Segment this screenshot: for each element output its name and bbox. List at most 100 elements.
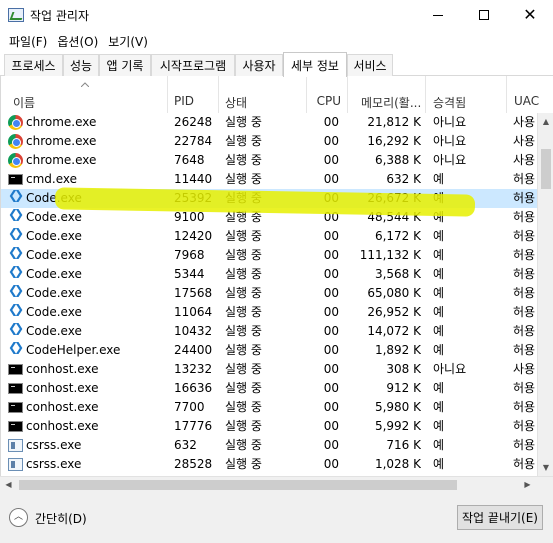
vscode-icon [8,340,23,358]
vscode-icon [8,302,23,320]
process-memory: 5,992 K [374,419,421,433]
process-pid: 16636 [174,381,213,395]
chevron-up-icon[interactable]: ︿ [9,508,28,527]
tab-app-history[interactable]: 앱 기록 [99,54,151,76]
chrome-icon [8,134,23,149]
scroll-left-icon[interactable]: ◀ [0,477,17,493]
table-row[interactable]: csrss.exe 28528 실행 중 00 1,028 K 예 허용 [1,455,538,474]
process-pid: 26248 [174,115,213,129]
process-pid: 17568 [174,286,213,300]
process-elevated: 아니요 [433,153,467,167]
table-row[interactable]: conhost.exe 17776 실행 중 00 5,992 K 예 허용 [1,417,538,436]
process-elevated: 예 [433,229,445,243]
column-header-status[interactable]: 상태 [219,76,307,113]
process-status: 실행 중 [225,381,262,395]
menu-file[interactable]: 파일(F) [4,33,52,50]
process-status: 실행 중 [225,153,262,167]
column-header-cpu[interactable]: CPU [307,76,348,113]
process-elevated: 아니요 [433,362,467,376]
vscode-icon [8,264,23,282]
process-status: 실행 중 [225,115,262,129]
process-status: 실행 중 [225,286,262,300]
end-task-button[interactable]: 작업 끝내기(E) [457,505,543,530]
process-pid: 7968 [174,248,205,262]
process-status: 실행 중 [225,343,262,357]
process-status: 실행 중 [225,438,262,452]
process-memory: 632 K [386,172,421,186]
column-header-name[interactable]: 이름 [1,76,168,113]
process-cpu: 00 [323,172,339,186]
cmd-icon [8,364,23,375]
minimize-icon [433,14,443,16]
process-status: 실행 중 [225,305,262,319]
process-name: conhost.exe [26,381,99,395]
footer-bar: ︿ 간단히(D) 작업 끝내기(E) [0,493,553,543]
tab-details[interactable]: 세부 정보 [283,52,347,77]
menu-view[interactable]: 보기(V) [103,33,153,50]
vertical-scrollbar[interactable]: ▲ ▼ [537,113,553,476]
table-row[interactable]: conhost.exe 13232 실행 중 00 308 K 아니요 사용 [1,360,538,379]
table-row[interactable]: Code.exe5344실행 중003,568 K예허용 [1,264,538,284]
process-elevated: 예 [433,457,445,471]
process-pid: 11440 [174,172,213,186]
process-elevated: 예 [433,286,445,300]
column-header-elevated[interactable]: 승격됨 [426,76,507,113]
process-pid: 632 [174,438,197,452]
cmd-icon [8,383,23,394]
process-memory: 26,952 K [367,305,421,319]
table-row[interactable]: Code.exe12420실행 중006,172 K예허용 [1,226,538,246]
menu-options[interactable]: 옵션(O) [52,33,103,50]
process-memory: 14,072 K [367,324,421,338]
process-cpu: 00 [323,305,339,319]
vscode-icon [8,283,23,301]
scroll-down-icon[interactable]: ▼ [538,459,553,476]
process-memory: 912 K [386,381,421,395]
column-header-memory[interactable]: 메모리(활... [348,76,426,113]
process-pid: 11064 [174,305,213,319]
column-header-pid[interactable]: PID [168,76,219,113]
process-cpu: 00 [323,229,339,243]
table-row[interactable]: Code.exe10432실행 중0014,072 K예허용 [1,321,538,341]
process-status: 실행 중 [225,248,262,262]
table-row[interactable]: CodeHelper.exe24400실행 중001,892 K예허용 [1,340,538,360]
csrss-icon [8,439,23,452]
process-name: chrome.exe [26,115,97,129]
maximize-button[interactable] [461,0,507,30]
process-name: conhost.exe [26,362,99,376]
table-row[interactable]: conhost.exe 7700 실행 중 00 5,980 K 예 허용 [1,398,538,417]
table-row[interactable]: Code.exe11064실행 중0026,952 K예허용 [1,302,538,322]
process-elevated: 예 [433,248,445,262]
table-row[interactable]: chrome.exe 7648 실행 중 00 6,388 K 아니요 사용 [1,151,538,170]
table-row[interactable]: csrss.exe 632 실행 중 00 716 K 예 허용 [1,436,538,455]
table-row[interactable]: cmd.exe 11440 실행 중 00 632 K 예 허용 [1,170,538,189]
fewer-details-link[interactable]: 간단히(D) [35,510,87,527]
table-row[interactable]: chrome.exe 22784 실행 중 00 16,292 K 아니요 사용 [1,132,538,151]
table-row[interactable]: chrome.exe 26248 실행 중 00 21,812 K 아니요 사용 [1,113,538,132]
tab-startup[interactable]: 시작프로그램 [151,54,235,76]
process-pid: 12420 [174,229,213,243]
horizontal-scrollbar[interactable]: ◀ ▶ [0,476,553,493]
table-row[interactable]: Code.exe17568실행 중0065,080 K예허용 [1,283,538,303]
vertical-scroll-thumb[interactable] [541,149,551,189]
tab-processes[interactable]: 프로세스 [4,54,63,76]
scroll-up-icon[interactable]: ▲ [538,113,553,130]
scroll-right-icon[interactable]: ▶ [519,477,536,493]
process-elevated: 아니요 [433,134,467,148]
tab-services[interactable]: 서비스 [347,54,393,76]
process-cpu: 00 [323,457,339,471]
close-button[interactable]: ✕ [507,0,553,30]
process-elevated: 예 [433,305,445,319]
chrome-icon [8,115,23,130]
horizontal-scroll-thumb[interactable] [19,480,457,490]
process-pid: 10432 [174,324,213,338]
process-pid: 7648 [174,153,205,167]
vscode-icon [8,245,23,263]
process-elevated: 예 [433,381,445,395]
table-row[interactable]: conhost.exe 16636 실행 중 00 912 K 예 허용 [1,379,538,398]
tab-performance[interactable]: 성능 [63,54,99,76]
minimize-button[interactable] [415,0,461,30]
tab-users[interactable]: 사용자 [235,54,283,76]
column-header-uac[interactable]: UAC [507,76,553,113]
process-elevated: 예 [433,324,445,338]
table-row[interactable]: Code.exe7968실행 중00111,132 K예허용 [1,245,538,265]
